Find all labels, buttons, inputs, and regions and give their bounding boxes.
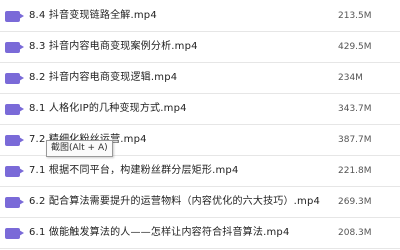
screenshot-tooltip: 截图(Alt + A) [46, 140, 113, 157]
video-file-icon [5, 166, 24, 177]
video-file-icon [5, 135, 24, 146]
file-row[interactable]: 8.1 人格化IP的几种变现方式.mp4 343.7M [0, 93, 400, 125]
file-size: 213.5M [338, 11, 372, 21]
video-file-icon [5, 197, 24, 208]
video-file-icon [5, 42, 24, 53]
file-name: 6.2 配合算法需要提升的运营物料（内容优化的六大技巧）.mp4 [29, 196, 321, 207]
video-file-icon [5, 73, 24, 84]
file-name: 6.1 做能触发算法的人——怎样让内容符合抖音算法.mp4 [29, 227, 290, 238]
video-file-icon [5, 228, 24, 239]
file-size: 221.8M [338, 166, 372, 176]
file-row[interactable]: 8.3 抖音内容电商变现案例分析.mp4 429.5M [0, 31, 400, 63]
file-size: 234M [338, 73, 363, 83]
file-row[interactable]: 6.1 做能触发算法的人——怎样让内容符合抖音算法.mp4 208.3M [0, 217, 400, 249]
file-size: 343.7M [338, 104, 372, 114]
file-size: 208.3M [338, 228, 372, 238]
file-name: 8.4 抖音变现链路全解.mp4 [29, 10, 157, 21]
file-name: 8.1 人格化IP的几种变现方式.mp4 [29, 103, 187, 114]
video-file-icon [5, 104, 24, 115]
file-size: 269.3M [338, 197, 372, 207]
file-row[interactable]: 8.4 抖音变现链路全解.mp4 213.5M [0, 0, 400, 32]
video-file-icon [5, 11, 24, 22]
file-row[interactable]: 8.2 抖音内容电商变现逻辑.mp4 234M [0, 62, 400, 94]
file-list: 8.4 抖音变现链路全解.mp4 213.5M 8.3 抖音内容电商变现案例分析… [0, 0, 400, 250]
file-name: 7.1 根据不同平台，构建粉丝群分层矩形.mp4 [29, 165, 239, 176]
file-size: 387.7M [338, 135, 372, 145]
file-name: 8.2 抖音内容电商变现逻辑.mp4 [29, 72, 178, 83]
file-row[interactable]: 7.1 根据不同平台，构建粉丝群分层矩形.mp4 221.8M [0, 155, 400, 187]
file-row[interactable]: 6.2 配合算法需要提升的运营物料（内容优化的六大技巧）.mp4 269.3M [0, 186, 400, 218]
file-size: 429.5M [338, 42, 372, 52]
file-name: 8.3 抖音内容电商变现案例分析.mp4 [29, 41, 198, 52]
